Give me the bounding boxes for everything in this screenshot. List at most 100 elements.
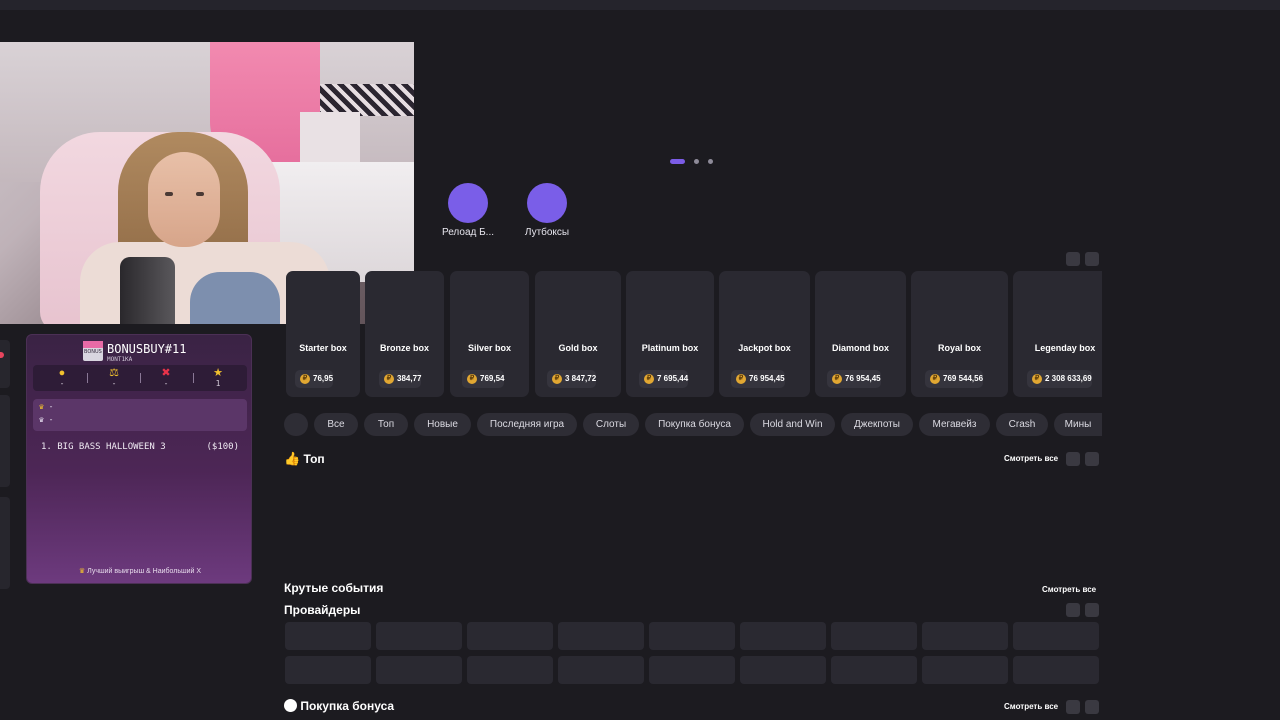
category-chip[interactable]: Джекпоты [841, 413, 913, 436]
provider-tile[interactable] [376, 622, 462, 650]
sidebar-fragment[interactable] [0, 497, 10, 589]
section-events-title: Крутые события [284, 581, 384, 595]
scroll-left-button[interactable] [1066, 700, 1080, 714]
stat-value: 1 [215, 379, 221, 388]
quick-link-label: Релоад Б... [441, 227, 495, 238]
box-price: 76,95 [295, 370, 334, 388]
box-card[interactable]: Royal box 769 544,56 [911, 271, 1008, 397]
quick-link-label: Лутбоксы [524, 227, 570, 238]
divider [87, 373, 88, 383]
top-bar [0, 0, 1280, 10]
see-all-link[interactable]: Смотреть все [1004, 702, 1058, 711]
bonus-buy-panel: BONUS BONUSBUY#11 MONT1KA ● - ⚖ - ✖ - ★ 1 ♛ … [26, 334, 252, 584]
category-chip[interactable]: Покупка бонуса [645, 413, 744, 436]
coin-icon: ● [58, 367, 66, 379]
best-win-row: ♛ - [33, 399, 247, 412]
category-chip[interactable]: Новые [414, 413, 471, 436]
provider-tile[interactable] [922, 656, 1008, 684]
category-chip[interactable]: Все [314, 413, 358, 436]
box-card[interactable]: Diamond box 76 954,45 [815, 271, 906, 397]
see-all-link[interactable]: Смотреть все [1042, 585, 1096, 594]
bonus-footer: ♛ Лучший выигрыш & Наибольший X [27, 567, 253, 575]
box-card[interactable]: Jackpot box 76 954,45 [719, 271, 810, 397]
category-chip[interactable]: Мины [1054, 413, 1102, 436]
bonus-icon [284, 699, 297, 712]
stat-coin: ● - [37, 367, 87, 388]
category-chip[interactable]: Топ [364, 413, 408, 436]
box-name: Legenday box [1034, 343, 1096, 353]
carousel-dot[interactable] [708, 159, 713, 164]
provider-tile[interactable] [740, 656, 826, 684]
box-card[interactable]: Gold box 3 847,72 [535, 271, 621, 397]
box-card[interactable]: Legenday box 2 308 633,69 [1013, 271, 1102, 397]
provider-tile[interactable] [831, 622, 917, 650]
webcam-eye [196, 192, 204, 196]
section-title-text: Покупка бонуса [300, 699, 395, 713]
provider-tile[interactable] [285, 656, 371, 684]
provider-tile[interactable] [740, 622, 826, 650]
stat-star: ★ 1 [193, 367, 243, 388]
carousel-dot-active[interactable] [670, 159, 685, 164]
bonus-entry-name: 1. BIG BASS HALLOWEEN 3 [41, 442, 166, 452]
provider-tile[interactable] [285, 622, 371, 650]
quick-link-lootboxes[interactable]: Лутбоксы [507, 183, 587, 238]
box-card[interactable]: Starter box 76,95 [286, 271, 360, 397]
scroll-left-button[interactable] [1066, 452, 1080, 466]
category-chip[interactable]: Мегавейз [919, 413, 990, 436]
provider-tile[interactable] [467, 622, 553, 650]
sidebar-fragment[interactable] [0, 340, 10, 388]
see-all-link[interactable]: Смотреть все [1004, 454, 1058, 463]
best-multi-value: - [48, 415, 54, 424]
stat-value: - [111, 379, 117, 388]
provider-tile[interactable] [649, 622, 735, 650]
provider-tile[interactable] [831, 656, 917, 684]
provider-tile[interactable] [376, 656, 462, 684]
star-icon: ★ [213, 367, 223, 379]
webcam-jeans [190, 272, 280, 324]
thumbs-up-icon: 👍 [284, 451, 301, 466]
box-card[interactable]: Silver box 769,54 [450, 271, 529, 397]
scroll-right-button[interactable] [1085, 700, 1099, 714]
scroll-right-button[interactable] [1085, 603, 1099, 617]
category-chip[interactable]: Последняя игра [477, 413, 577, 436]
category-chip[interactable]: Crash [996, 413, 1048, 436]
stat-cross: ✖ - [141, 367, 191, 388]
stat-value: - [163, 379, 169, 388]
box-price: 769 544,56 [925, 370, 984, 388]
bonus-header: BONUS BONUSBUY#11 MONT1KA [27, 341, 253, 365]
cross-icon: ✖ [161, 367, 171, 379]
category-search-button[interactable] [284, 413, 308, 436]
bonus-entry: 1. BIG BASS HALLOWEEN 3 ($100) [41, 442, 239, 452]
provider-tile[interactable] [649, 656, 735, 684]
scroll-left-button[interactable] [1066, 252, 1080, 266]
category-chip[interactable]: Слоты [583, 413, 639, 436]
crown-icon: ♛ [39, 402, 44, 411]
microphone-icon [120, 257, 175, 324]
reload-icon [448, 183, 488, 223]
provider-tile[interactable] [467, 656, 553, 684]
category-chip[interactable]: Hold and Win [750, 413, 835, 436]
carousel-dot[interactable] [694, 159, 699, 164]
stat-scales: ⚖ - [89, 367, 139, 388]
bonus-subtitle: MONT1KA [107, 356, 133, 363]
box-name: Gold box [558, 343, 598, 353]
provider-tile[interactable] [558, 622, 644, 650]
sidebar-fragment[interactable] [0, 395, 10, 487]
box-price: 769,54 [462, 370, 505, 388]
scroll-right-button[interactable] [1085, 452, 1099, 466]
best-multi-row: ♛ - [33, 412, 247, 425]
provider-tile[interactable] [558, 656, 644, 684]
scroll-right-button[interactable] [1085, 252, 1099, 266]
webcam-eye [165, 192, 173, 196]
lootbox-icon [527, 183, 567, 223]
gift-badge-label: BONUS [84, 349, 102, 355]
section-title-text: Топ [303, 452, 325, 466]
provider-tile[interactable] [922, 622, 1008, 650]
provider-tile[interactable] [1013, 656, 1099, 684]
box-card[interactable]: Platinum box 7 695,44 [626, 271, 714, 397]
scroll-left-button[interactable] [1066, 603, 1080, 617]
box-card[interactable]: Bronze box 384,77 [365, 271, 444, 397]
best-win-value: - [48, 402, 54, 411]
quick-link-reload[interactable]: Релоад Б... [428, 183, 508, 238]
provider-tile[interactable] [1013, 622, 1099, 650]
